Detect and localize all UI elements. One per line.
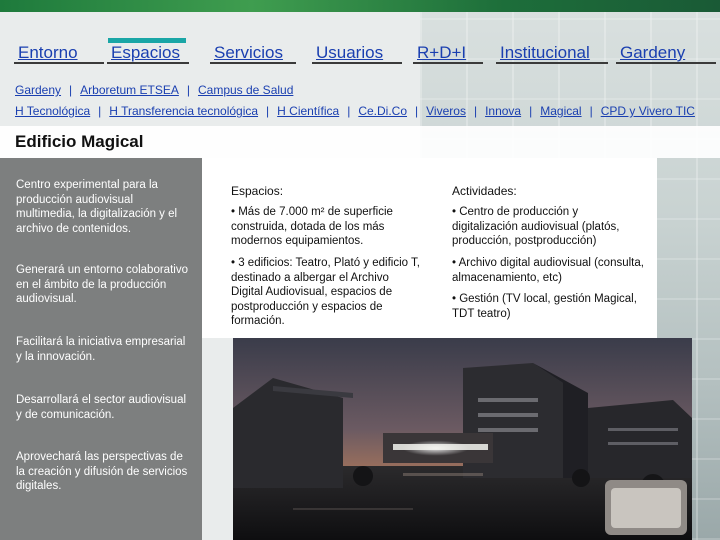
separator: | xyxy=(589,104,593,118)
nav-label: Gardeny xyxy=(620,43,686,62)
nav-item-gardeny[interactable]: Gardeny xyxy=(616,34,716,64)
active-tab-indicator xyxy=(108,38,186,43)
subnav-link-h-transferencia[interactable]: H Transferencia tecnológica xyxy=(109,104,258,118)
subnav-link-h-cientifica[interactable]: H Científica xyxy=(277,104,339,118)
nav-label: Espacios xyxy=(111,43,180,62)
nav-item-entorno[interactable]: Entorno xyxy=(14,34,104,64)
separator: | xyxy=(415,104,419,118)
espacios-heading: Espacios: xyxy=(231,184,284,198)
actividades-item: • Centro de producción y digitalización … xyxy=(452,206,620,247)
separator: | xyxy=(98,104,102,118)
nav-item-usuarios[interactable]: Usuarios xyxy=(312,34,402,64)
nav-label: Entorno xyxy=(18,43,78,62)
nav-label: Servicios xyxy=(214,43,283,62)
building-rendering-image xyxy=(233,338,692,540)
subnav-link-cedico[interactable]: Ce.Di.Co xyxy=(358,104,407,118)
actividades-item: • Archivo digital audiovisual (consulta,… xyxy=(452,257,644,284)
description-panel: Centro experimental para la producción a… xyxy=(0,158,202,540)
description-paragraph: Aprovechará las perspectivas de la creac… xyxy=(16,451,188,492)
actividades-item: • Gestión (TV local, gestión Magical, TD… xyxy=(452,293,637,320)
top-green-band xyxy=(0,0,720,12)
description-paragraph: Generará un entorno colaborativo en el á… xyxy=(16,264,188,305)
nav-label: Institucional xyxy=(500,43,590,62)
espacios-item: • 3 edificios: Teatro, Plató y edificio … xyxy=(231,257,420,327)
nav-underline xyxy=(210,62,296,64)
nav-label: Usuarios xyxy=(316,43,384,62)
subnav-link-magical[interactable]: Magical xyxy=(540,104,581,118)
main-nav: Entorno Espacios Servicios Usuarios R+D+… xyxy=(0,34,720,64)
nav-underline xyxy=(14,62,104,64)
nav-underline xyxy=(107,62,189,64)
actividades-heading: Actividades: xyxy=(452,184,517,198)
nav-item-institucional[interactable]: Institucional xyxy=(496,34,608,64)
subnav-row-2: H Tecnológica | H Transferencia tecnológic… xyxy=(15,103,720,124)
separator: | xyxy=(69,83,73,97)
nav-underline xyxy=(312,62,402,64)
description-paragraph: Centro experimental para la producción a… xyxy=(16,179,178,235)
info-box: Espacios: • Más de 7.000 m² de superfici… xyxy=(202,158,657,338)
nav-item-servicios[interactable]: Servicios xyxy=(210,34,296,64)
subnav-link-innova[interactable]: Innova xyxy=(485,104,521,118)
separator: | xyxy=(529,104,533,118)
separator: | xyxy=(186,83,190,97)
separator: | xyxy=(266,104,270,118)
separator: | xyxy=(347,104,351,118)
rendering-artwork xyxy=(233,338,692,540)
nav-item-espacios[interactable]: Espacios xyxy=(107,34,189,64)
nav-item-rdi[interactable]: R+D+I xyxy=(413,34,483,64)
espacios-item: • Más de 7.000 m² de superficie construi… xyxy=(231,206,393,247)
nav-underline xyxy=(616,62,716,64)
nav-underline xyxy=(413,62,483,64)
subnav-link-gardeny[interactable]: Gardeny xyxy=(15,83,61,97)
nav-label: R+D+I xyxy=(417,43,467,62)
subnav-link-arboretum[interactable]: Arboretum ETSEA xyxy=(80,83,179,97)
subnav-link-h-tecnologica[interactable]: H Tecnológica xyxy=(15,104,90,118)
subnav-link-viveros[interactable]: Viveros xyxy=(426,104,466,118)
subnav-row-1: Gardeny | Arboretum ETSEA | Campus de Salud xyxy=(15,82,720,103)
subnav-link-cpd-vivero-tic[interactable]: CPD y Vivero TIC xyxy=(601,104,695,118)
sub-nav: Gardeny | Arboretum ETSEA | Campus de Salud … xyxy=(15,82,720,124)
subnav-link-campus-salud[interactable]: Campus de Salud xyxy=(198,83,293,97)
page-title: Edificio Magical xyxy=(15,132,144,151)
separator: | xyxy=(473,104,478,118)
nav-underline xyxy=(496,62,608,64)
description-paragraph: Desarrollará el sector audiovisual y de … xyxy=(16,394,187,421)
description-paragraph: Facilitará la iniciativa empresarial y l… xyxy=(16,336,186,363)
